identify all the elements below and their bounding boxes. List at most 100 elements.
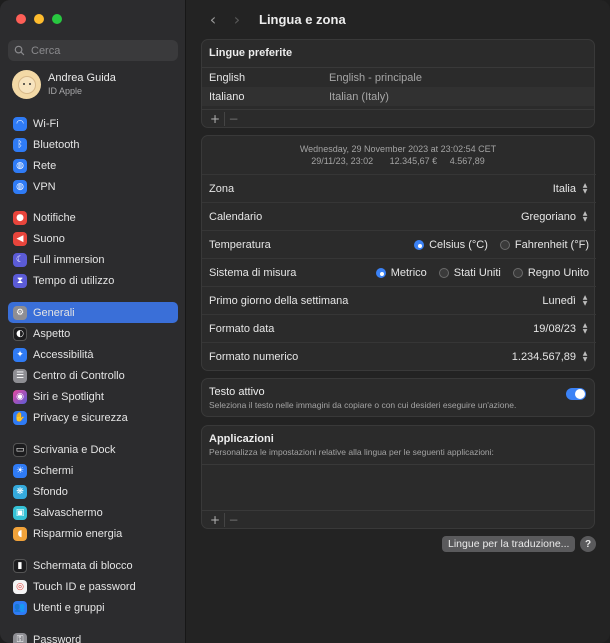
applications-group: Applicazioni Personalizza le impostazion… [201,425,595,529]
add-language-button[interactable]: + [206,112,224,126]
language-detail: Italian (Italy) [329,90,389,103]
control-center-icon: ☰ [13,368,27,383]
formato-numerico-popup[interactable]: 1.234.567,89 ▲ ▼ [512,350,589,363]
sidebar-item-label: VPN [33,180,56,193]
sidebar-item-siri-spotlight[interactable]: ◉ Siri e Spotlight [8,386,178,407]
add-application-button[interactable]: + [206,513,224,527]
back-button[interactable]: ‹ [203,9,223,29]
settings-window: Andrea Guida ID Apple ◠ Wi-Fi ᛒ Bluetooth … [0,0,610,643]
sidebar: Andrea Guida ID Apple ◠ Wi-Fi ᛒ Bluetooth … [0,0,186,643]
radio-unselected-icon [438,267,449,278]
sidebar-item-salvaschermo[interactable]: ▣ Salvaschermo [8,502,178,523]
sidebar-item-suono[interactable]: ◀ Suono [8,228,178,249]
sidebar-group-security: ▮ Schermata di blocco ◎ Touch ID e passwor… [8,555,178,618]
sidebar-item-full-immersion[interactable]: ☾ Full immersion [8,249,178,270]
sidebar-item-tempo-di-utilizzo[interactable]: ⧗ Tempo di utilizzo [8,270,178,291]
formato-numerico-value: 1.234.567,89 [511,350,576,363]
primo-giorno-row: Primo giorno della settimana Lunedì ▲ ▼ [202,286,596,314]
sidebar-item-label: Touch ID e password [33,580,136,593]
radio-label: Fahrenheit (°F) [514,238,589,251]
sidebar-item-label: Schermata di blocco [33,559,133,572]
radio-unselected-icon [499,239,510,250]
language-row[interactable]: English English - principale [202,68,594,87]
sidebar-item-label: Salvaschermo [33,506,103,519]
sidebar-item-label: Suono [33,232,65,245]
sidebar-item-schermi[interactable]: ☀ Schermi [8,460,178,481]
sidebar-item-centro-di-controllo[interactable]: ☰ Centro di Controllo [8,365,178,386]
live-text-toggle[interactable] [566,388,586,400]
sidebar-item-sfondo[interactable]: ❋ Sfondo [8,481,178,502]
sidebar-item-label: Scrivania e Dock [33,443,116,456]
applications-description: Personalizza le impostazioni relative al… [209,447,494,457]
lightbulb-icon: ◖ [13,526,27,541]
zoom-window-button[interactable] [52,14,62,24]
translation-languages-button[interactable]: Lingue per la traduzione... [442,536,576,552]
sidebar-item-notifiche[interactable]: ● Notifiche [8,207,178,228]
sidebar-item-touch-id[interactable]: ◎ Touch ID e password [8,576,178,597]
remove-language-button[interactable]: − [224,111,242,126]
fingerprint-icon: ◎ [13,579,27,594]
preferred-languages-title: Lingue preferite [209,47,293,59]
siri-icon: ◉ [13,389,27,404]
radio-regno-unito[interactable]: Regno Unito [512,267,589,279]
sidebar-item-bluetooth[interactable]: ᛒ Bluetooth [8,134,178,155]
zona-popup[interactable]: Italia ▲ ▼ [553,182,589,195]
sidebar-item-label: Rete [33,159,57,172]
wallpaper-icon: ❋ [13,484,27,499]
wifi-icon: ◠ [13,116,27,131]
misura-row: Sistema di misura Metrico Stati Uniti Re… [202,258,596,286]
sidebar-item-accessibilita[interactable]: ✦ Accessibilità [8,344,178,365]
speaker-icon: ◀ [13,231,27,246]
formato-numerico-label: Formato numerico [209,350,299,363]
sidebar-item-scrivania-dock[interactable]: ▭ Scrivania e Dock [8,439,178,460]
preview-currency: 12.345,67 € [389,156,438,166]
account-row[interactable]: Andrea Guida ID Apple [12,70,116,99]
help-button[interactable]: ? [580,536,596,552]
sidebar-item-label: Risparmio energia [33,527,123,540]
sidebar-item-vpn[interactable]: ◍ VPN [8,176,178,197]
radio-celsius[interactable]: Celsius (°C) [414,239,488,251]
remove-application-button[interactable]: − [224,512,242,527]
updown-chevron-icon: ▲ ▼ [582,293,588,307]
language-row[interactable]: Italiano Italian (Italy) [202,87,594,106]
radio-label: Stati Uniti [453,266,501,279]
calendario-label: Calendario [209,210,263,223]
sidebar-item-wifi[interactable]: ◠ Wi-Fi [8,113,178,134]
hand-icon: ✋ [13,410,27,425]
sidebar-item-utenti-gruppi[interactable]: 👥 Utenti e gruppi [8,597,178,618]
radio-label: Celsius (°C) [429,238,488,251]
sidebar-item-password[interactable]: ⚿ Password [8,629,178,643]
live-text-description: Seleziona il testo nelle immagini da cop… [209,400,517,410]
sidebar-item-label: Wi-Fi [33,117,59,130]
sidebar-item-aspetto[interactable]: ◐ Aspetto [8,323,178,344]
applications-list[interactable] [202,464,594,512]
language-name: English [209,71,246,84]
sidebar-item-label: Generali [33,306,75,319]
primo-giorno-popup[interactable]: Lunedì ▲ ▼ [542,294,589,307]
formato-data-popup[interactable]: 19/08/23 ▲ ▼ [533,322,589,335]
vpn-globe-icon: ◍ [13,179,27,194]
formato-data-value: 19/08/23 [533,322,576,335]
calendario-popup[interactable]: Gregoriano ▲ ▼ [521,210,589,223]
zona-value: Italia [552,182,576,195]
minimize-window-button[interactable] [34,14,44,24]
sidebar-item-rete[interactable]: ◍ Rete [8,155,178,176]
primo-giorno-label: Primo giorno della settimana [209,294,349,307]
close-window-button[interactable] [16,14,26,24]
accessibility-icon: ✦ [13,347,27,362]
radio-stati-uniti[interactable]: Stati Uniti [438,266,501,279]
forward-button[interactable]: › [227,9,247,29]
search-field[interactable] [8,40,178,61]
search-input[interactable] [31,44,171,57]
language-detail: English - principale [329,71,422,84]
sidebar-item-generali[interactable]: ⚙ Generali [8,302,178,323]
sidebar-item-privacy-sicurezza[interactable]: ✋ Privacy e sicurezza [8,407,178,428]
updown-chevron-icon: ▲ ▼ [582,349,588,363]
search-icon [14,45,25,56]
sidebar-item-risparmio-energia[interactable]: ◖ Risparmio energia [8,523,178,544]
radio-fahrenheit[interactable]: Fahrenheit (°F) [499,238,589,251]
dock-icon: ▭ [13,442,27,457]
updown-chevron-icon: ▲ ▼ [582,181,588,195]
radio-metrico[interactable]: Metrico [375,267,427,279]
sidebar-item-schermata-blocco[interactable]: ▮ Schermata di blocco [8,555,178,576]
